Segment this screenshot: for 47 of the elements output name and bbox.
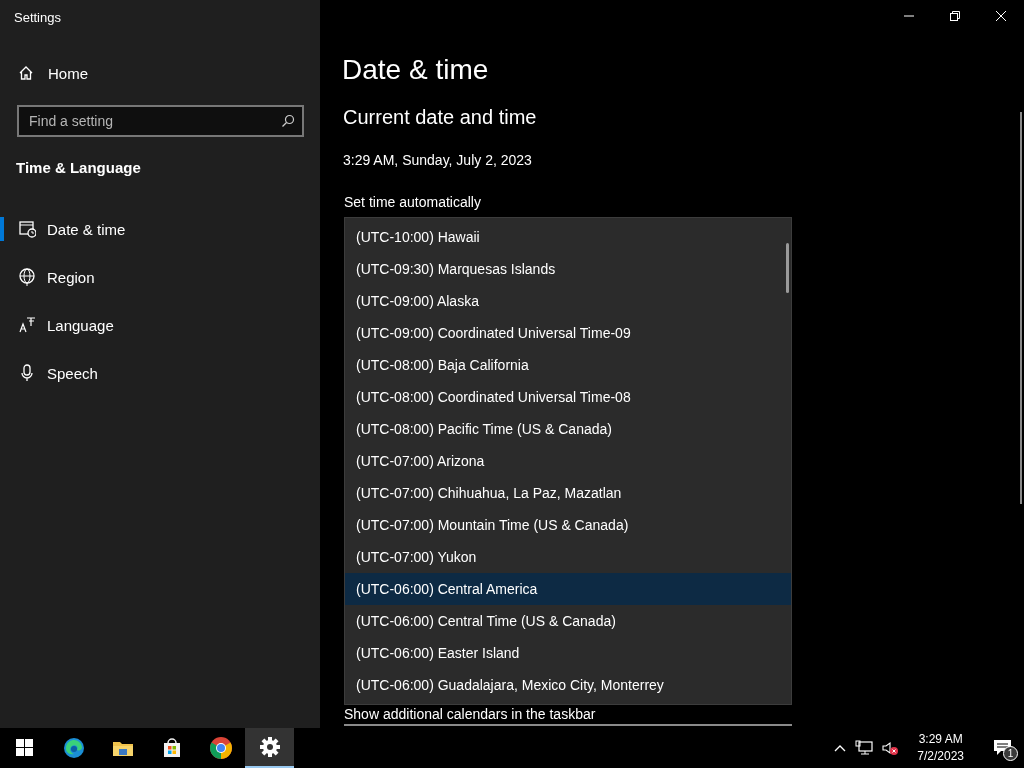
nav-item[interactable]: Language	[0, 301, 320, 349]
timezone-option[interactable]: (UTC-09:30) Marquesas Islands	[345, 253, 791, 285]
timezone-option[interactable]: (UTC-06:00) Guadalajara, Mexico City, Monterrey	[345, 669, 791, 701]
nav-item[interactable]: Speech	[0, 349, 320, 397]
language-icon	[18, 315, 36, 335]
home-icon	[18, 65, 34, 81]
timezone-option[interactable]: (UTC-07:00) Mountain Time (US & Canada)	[345, 509, 791, 541]
scrollbar[interactable]	[1020, 112, 1022, 504]
home-link[interactable]: Home	[18, 54, 88, 92]
nav-item[interactable]: Date & time	[0, 205, 320, 253]
settings-icon	[257, 735, 282, 759]
setting-label: Show additional calendars in the taskbar	[344, 706, 597, 722]
taskbar-app[interactable]	[245, 728, 294, 768]
timezone-option[interactable]: (UTC-07:00) Yukon	[345, 541, 791, 573]
taskbar-clock[interactable]: 3:29 AM 7/2/2023	[911, 730, 970, 766]
globe-icon	[18, 267, 36, 287]
section-heading: Current date and time	[343, 106, 538, 130]
muted-speaker-icon[interactable]	[881, 740, 900, 756]
browser-swirl-icon	[61, 736, 86, 760]
window-title: Settings	[13, 9, 62, 27]
nav-item[interactable]: Region	[0, 253, 320, 301]
timezone-option[interactable]: (UTC-10:00) Hawaii	[345, 221, 791, 253]
timezone-option[interactable]: (UTC-07:00) Arizona	[345, 445, 791, 477]
page-title: Date & time	[342, 54, 490, 87]
timezone-option[interactable]: (UTC-08:00) Coordinated Universal Time-08	[345, 381, 791, 413]
microphone-icon	[18, 363, 36, 383]
timezone-option[interactable]: (UTC-08:00) Baja California	[345, 349, 791, 381]
timezone-option[interactable]: (UTC-06:00) Central Time (US & Canada)	[345, 605, 791, 637]
notification-button[interactable]: 1	[988, 733, 1018, 763]
timezone-option[interactable]: (UTC-09:00) Alaska	[345, 285, 791, 317]
search-field[interactable]: Find a setting	[17, 105, 304, 137]
notification-count: 1	[1003, 746, 1018, 761]
timezone-option[interactable]: (UTC-06:00) Central America	[345, 573, 791, 605]
setting-label: Set time automatically	[344, 194, 482, 210]
scrollbar-thumb[interactable]	[786, 243, 789, 293]
timezone-option[interactable]: (UTC-09:00) Coordinated Universal Time-09	[345, 317, 791, 349]
network-icon[interactable]	[855, 740, 874, 756]
current-date-time: 3:29 AM, Sunday, July 2, 2023	[343, 152, 533, 168]
search-icon[interactable]	[281, 114, 295, 128]
section-heading: Time & Language	[16, 159, 142, 178]
timezone-option[interactable]: (UTC-06:00) Easter Island	[345, 637, 791, 669]
timezone-option[interactable]: (UTC-07:00) Chihuahua, La Paz, Mazatlan	[345, 477, 791, 509]
close-icon[interactable]	[996, 11, 1006, 21]
chrome-icon	[208, 736, 233, 760]
restore-icon[interactable]	[950, 11, 960, 21]
calendar-clock-icon	[18, 219, 36, 239]
timezone-option[interactable]: (UTC-08:00) Pacific Time (US & Canada)	[345, 413, 791, 445]
